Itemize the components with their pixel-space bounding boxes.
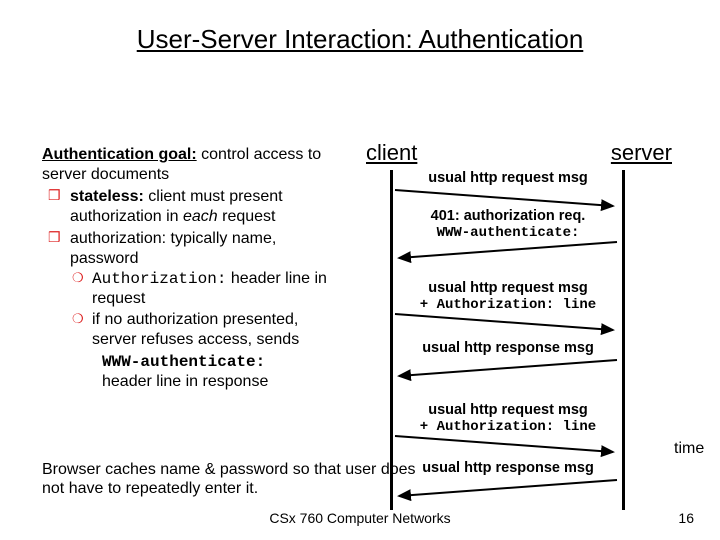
msg3-arrow [393, 308, 619, 342]
bottom-note: Browser caches name & password so that u… [42, 460, 442, 498]
sub-auth-header-code: Authorization: [92, 270, 226, 288]
left-column: Authentication goal: control access to s… [42, 145, 342, 394]
msg3-line1: usual http request msg [428, 280, 588, 296]
sub-refuse-rest: header line in response [102, 373, 268, 390]
sub-refuse-text: if no authorization presented, server re… [92, 311, 299, 348]
server-label: server [611, 140, 672, 166]
sub-refuse: if no authorization presented, server re… [92, 310, 342, 392]
bullet-authorization: authorization: typically name, password … [70, 229, 342, 392]
slide-title: User-Server Interaction: Authentication [0, 24, 720, 55]
sub-refuse-code: WWW-authenticate: [102, 353, 265, 371]
msg5-arrow [393, 430, 619, 464]
msg2-line1: 401: authorization req. [431, 208, 586, 224]
goal-label: Authentication goal: [42, 146, 197, 163]
msg2-arrow [393, 236, 619, 270]
bullet-stateless-kw: stateless: [70, 188, 144, 205]
page-number: 16 [678, 510, 694, 526]
footer: CSx 760 Computer Networks [0, 510, 720, 526]
bullet-stateless-em: each [183, 208, 218, 225]
client-label: client [366, 140, 417, 166]
bullet-authorization-text: authorization: typically name, password [70, 230, 276, 267]
bullet-stateless: stateless: client must present authoriza… [70, 187, 342, 227]
bullet-stateless-t2: request [218, 208, 276, 225]
sub-auth-header: Authorization: header line in request [92, 269, 342, 309]
msg4-arrow [393, 354, 619, 388]
time-label: time [674, 440, 704, 458]
msg5-line1: usual http request msg [428, 402, 588, 418]
